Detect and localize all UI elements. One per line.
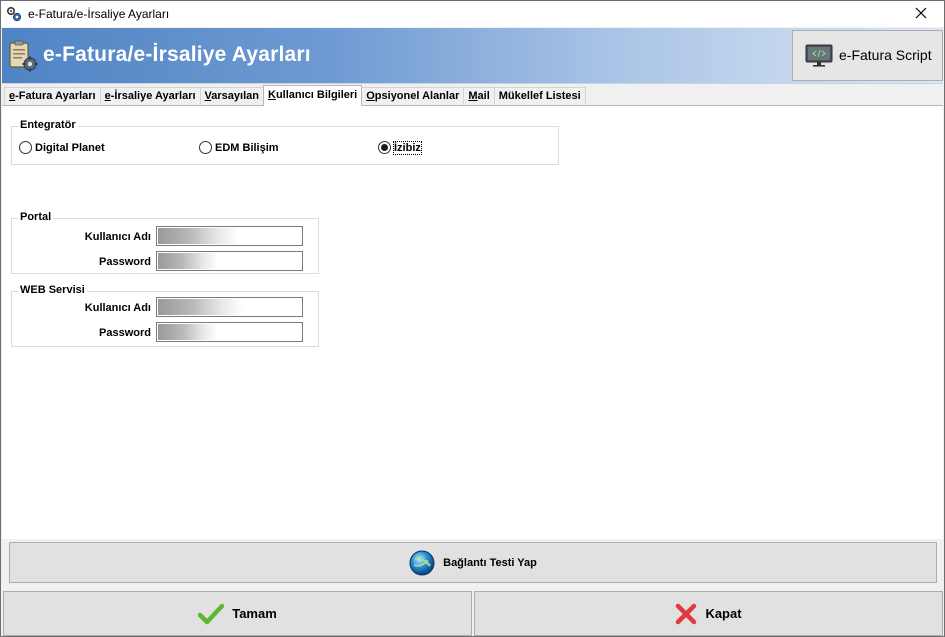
tab-mail[interactable]: Mail <box>463 87 495 105</box>
portal-username-field[interactable] <box>156 226 303 246</box>
tab-label: -Fatura Ayarları <box>15 90 96 102</box>
window-title: e-Fatura/e-İrsaliye Ayarları <box>28 7 170 21</box>
web-servisi-group: WEB Servisi Kullanıcı Adı Password <box>11 284 319 347</box>
tab-opsiyonel-alanlar[interactable]: Opsiyonel Alanlar <box>361 87 465 105</box>
code-monitor-icon <box>805 44 833 71</box>
radio-circle <box>19 141 32 154</box>
ok-label: Tamam <box>232 606 277 621</box>
redacted-text <box>158 228 238 244</box>
tab-mnemonic: K <box>267 89 276 101</box>
connection-test-button[interactable]: Bağlantı Testi Yap <box>9 542 937 583</box>
radio-izibiz[interactable]: İzibiz <box>378 140 422 155</box>
entegrator-group: Entegratör Digital Planet EDM Bilişim İz… <box>11 119 559 165</box>
radio-label: İzibiz <box>393 140 422 155</box>
radio-edm-bilisim[interactable]: EDM Bilişim <box>199 141 279 154</box>
tab-mnemonic: O <box>366 90 375 102</box>
header-banner: e-Fatura/e-İrsaliye Ayarları e-Fatura Sc… <box>2 28 943 84</box>
tab-label: -İrsaliye Ayarları <box>110 90 196 102</box>
settings-window: e-Fatura/e-İrsaliye Ayarları e-Fatura/e-… <box>0 0 945 637</box>
globe-icon <box>409 550 435 576</box>
redacted-text <box>158 253 218 269</box>
tab-varsayilan[interactable]: Varsayılan <box>199 87 264 105</box>
tab-label: psiyonel Alanlar <box>374 90 460 102</box>
tab-eirsaliye-ayarlari[interactable]: e-İrsaliye Ayarları <box>99 87 201 105</box>
redacted-text <box>158 324 218 340</box>
portal-username-label: Kullanıcı Adı <box>84 231 151 243</box>
gear-cogs-icon <box>6 6 22 22</box>
portal-legend: Portal <box>18 211 54 223</box>
tab-label: arsayılan <box>211 90 259 102</box>
radio-dot <box>381 144 388 151</box>
banner-title: e-Fatura/e-İrsaliye Ayarları <box>43 43 311 66</box>
web-password-label: Password <box>99 327 151 339</box>
entegrator-legend: Entegratör <box>18 119 78 131</box>
web-servisi-legend: WEB Servisi <box>18 284 87 296</box>
tab-label: Mükellef Listesi <box>498 90 581 102</box>
ok-button[interactable]: Tamam <box>3 591 472 636</box>
portal-password-label: Password <box>99 256 151 268</box>
radio-circle <box>199 141 212 154</box>
portal-password-field[interactable] <box>156 251 303 271</box>
tab-strip: e-Fatura Ayarları e-İrsaliye Ayarları Va… <box>4 85 586 106</box>
close-icon <box>915 7 927 22</box>
close-label: Kapat <box>705 606 742 621</box>
tab-panel-kullanici-bilgileri: Entegratör Digital Planet EDM Bilişim İz… <box>2 105 943 539</box>
red-x-icon <box>675 603 697 625</box>
tab-label: ullanıcı Bilgileri <box>275 89 358 101</box>
redacted-text <box>158 299 243 315</box>
close-button[interactable]: Kapat <box>474 591 943 636</box>
web-password-field[interactable] <box>156 322 303 342</box>
radio-digital-planet[interactable]: Digital Planet <box>19 141 105 154</box>
radio-circle-selected <box>378 141 391 154</box>
tab-mukellef-listesi[interactable]: Mükellef Listesi <box>493 87 586 105</box>
web-username-label: Kullanıcı Adı <box>84 302 151 314</box>
checkmark-icon <box>198 603 225 625</box>
clipboard-gear-icon <box>7 39 39 73</box>
portal-group: Portal Kullanıcı Adı Password <box>11 211 319 274</box>
connection-test-label: Bağlantı Testi Yap <box>443 556 537 569</box>
window-close-button[interactable] <box>898 1 944 27</box>
tab-mnemonic: M <box>468 90 478 102</box>
efatura-script-button[interactable]: e-Fatura Script <box>792 30 943 81</box>
tab-efatura-ayarlari[interactable]: e-Fatura Ayarları <box>4 87 101 105</box>
tab-label: ail <box>477 90 490 102</box>
efatura-script-label: e-Fatura Script <box>839 47 932 63</box>
tab-kullanici-bilgileri[interactable]: Kullanıcı Bilgileri <box>262 85 363 106</box>
radio-label: EDM Bilişim <box>215 141 279 154</box>
title-bar: e-Fatura/e-İrsaliye Ayarları <box>1 1 944 27</box>
radio-label: Digital Planet <box>35 141 105 154</box>
web-username-field[interactable] <box>156 297 303 317</box>
